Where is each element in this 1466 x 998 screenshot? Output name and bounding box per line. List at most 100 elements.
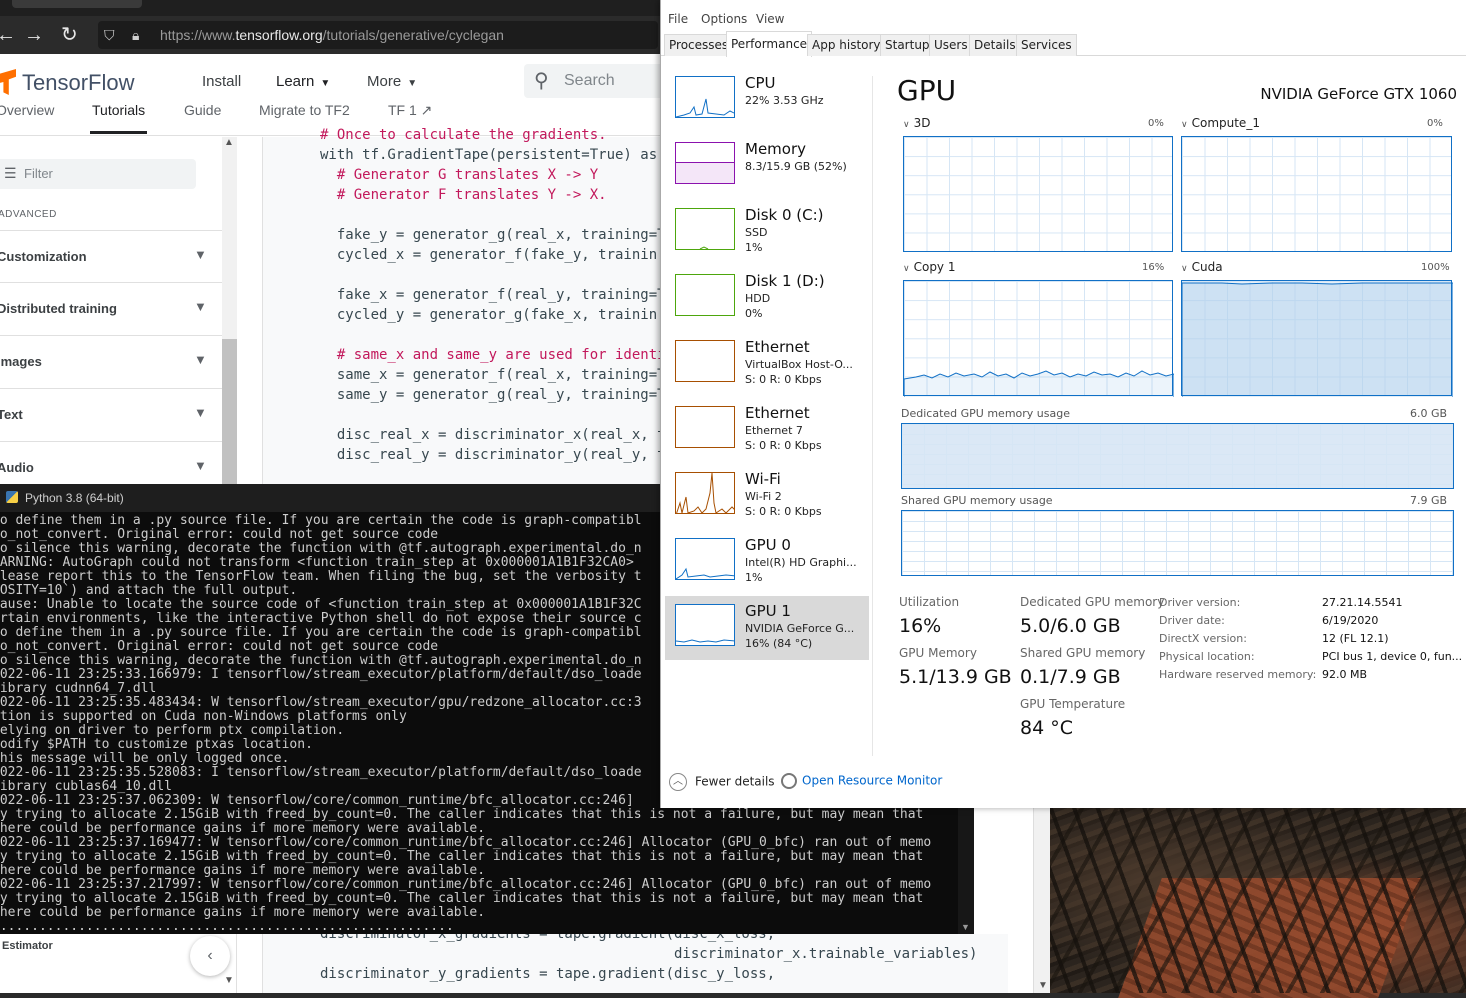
gpu-model: NVIDIA GeForce GTX 1060 [1260, 85, 1457, 103]
resource-name: Ethernet [745, 404, 810, 422]
console-line: WARNING: AutoGraph could not transform <… [0, 555, 634, 570]
resource-item[interactable]: GPU 0 Intel(R) HD Graphi... 1% [665, 530, 869, 594]
resource-item[interactable]: Wi-Fi Wi-Fi 2 S: 0 R: 0 Kbps [665, 464, 869, 528]
console-line: BOSITY=10`) and attach the full output. [0, 583, 298, 598]
gpu-memory-value: 5.1/13.9 GB [899, 666, 1012, 688]
resource-item[interactable]: Disk 1 (D:) HDD 0% [665, 266, 869, 330]
resource-monitor-icon [781, 773, 797, 789]
graph-cuda [1181, 280, 1453, 397]
nav-section-customization[interactable]: Customization ▼ [0, 230, 222, 282]
tab-overview[interactable]: Overview [0, 102, 54, 118]
resource-item[interactable]: Disk 0 (C:) SSD 1% [665, 200, 869, 264]
nav-scrollbar[interactable]: ▲ [222, 137, 237, 487]
code-line: cycled_y = generator_g(fake_x, trainin [320, 307, 658, 323]
collapse-nav-button[interactable]: ‹ [190, 936, 230, 976]
engine-selector-compute[interactable]: ∨ Compute_1 [1181, 116, 1260, 130]
scroll-down-icon[interactable]: ▼ [224, 975, 234, 986]
tab-users[interactable]: Users [929, 34, 973, 56]
scrollbar-thumb[interactable] [222, 339, 237, 487]
gpu-details-pane: GPU NVIDIA GeForce GTX 1060 ∨ 3D 0% ∨ Comp… [891, 60, 1466, 760]
tab-guide[interactable]: Guide [184, 102, 221, 118]
resource-item[interactable]: Ethernet Ethernet 7 S: 0 R: 0 Kbps [665, 398, 869, 462]
filter-placeholder: Filter [24, 166, 53, 181]
console-line: Please report this to the TensorFlow tea… [0, 569, 642, 584]
code-line: # Once to calculate the gradients. [320, 127, 607, 143]
shield-icon[interactable]: ⛉ [104, 27, 115, 44]
scroll-down-icon[interactable]: ▼ [961, 922, 970, 932]
nav-section-label[interactable]: Estimator [2, 940, 53, 952]
tab-performance[interactable]: Performance [726, 31, 813, 57]
nav-more[interactable]: More ▼ [367, 73, 417, 90]
code-line: same_x = generator_f(real_x, training=T [320, 367, 666, 383]
resource-detail: Ethernet 7 [745, 424, 803, 437]
open-resource-monitor-link[interactable]: Open Resource Monitor [781, 773, 942, 789]
page-scrollbar[interactable]: ▼ [1033, 808, 1050, 993]
shared-mem-graph [901, 510, 1454, 576]
site-logo[interactable]: TensorFlow [22, 70, 134, 96]
resource-item[interactable]: GPU 1 NVIDIA GeForce G... 16% (84 °C) [665, 596, 869, 660]
menu-view[interactable]: View [756, 12, 784, 26]
detail-key: DirectX version: [1159, 632, 1247, 645]
fewer-details-button[interactable]: ︿ Fewer details [669, 773, 775, 791]
address-bar[interactable]: ⛉ 🔒︎ https://www.tensorflow.org/tutorial… [98, 21, 658, 49]
resource-detail: VirtualBox Host-O... [745, 358, 853, 371]
tab-details[interactable]: Details [969, 34, 1021, 56]
tensorflow-logo-icon[interactable] [0, 69, 16, 95]
console-line: 2022-06-11 23:25:35.483434: W tensorflow… [0, 695, 642, 710]
tab-bar: Processes Performance App history Startu… [661, 31, 1466, 57]
reload-icon[interactable]: ↻ [61, 25, 78, 45]
nav-section-label: Text [0, 407, 23, 422]
graph-compute [1181, 136, 1452, 252]
console-line: 2022-06-11 23:25:37.062309: W tensorflow… [0, 793, 634, 808]
resource-item[interactable]: Ethernet VirtualBox Host-O... S: 0 R: 0 Kb… [665, 332, 869, 396]
browser-tab[interactable] [12, 0, 142, 8]
tab-tutorials[interactable]: Tutorials [89, 102, 148, 134]
resource-sparkline [675, 472, 735, 514]
back-icon[interactable]: ← [0, 25, 16, 45]
resource-item[interactable]: Memory 8.3/15.9 GB (52%) [665, 134, 869, 198]
resource-item[interactable]: CPU 22% 3.53 GHz [665, 68, 869, 132]
nav-section-text[interactable]: Text ▼ [0, 388, 222, 440]
menu-options[interactable]: Options [701, 12, 747, 26]
resource-sparkline [675, 208, 735, 250]
engine-selector-cuda[interactable]: ∨ Cuda [1181, 260, 1223, 274]
console-line: ry trying to allocate 2.15GiB with freed… [0, 807, 924, 822]
tab-migrate[interactable]: Migrate to TF2 [259, 102, 350, 118]
engine-selector-3d[interactable]: ∨ 3D [903, 116, 930, 130]
menu-file[interactable]: File [668, 12, 688, 26]
tab-processes[interactable]: Processes [664, 34, 734, 56]
chevron-down-icon: ∨ [903, 264, 910, 274]
nav-install[interactable]: Install [202, 73, 241, 90]
resource-name: Wi-Fi [745, 470, 781, 488]
tab-services[interactable]: Services [1016, 34, 1077, 56]
code-line: # Generator G translates X -> Y [320, 167, 599, 183]
nav-section-label: Audio [0, 460, 34, 475]
tab-app-history[interactable]: App history [807, 34, 886, 56]
forward-icon[interactable]: → [24, 25, 44, 45]
nav-section-images[interactable]: Images ▼ [0, 335, 222, 387]
console-line: 2022-06-11 23:25:35.528083: I tensorflow… [0, 765, 642, 780]
engine-selector-copy[interactable]: ∨ Copy 1 [903, 260, 955, 274]
filter-input[interactable]: ☰ Filter [0, 159, 196, 189]
scroll-down-icon[interactable]: ▼ [1038, 980, 1048, 991]
detail-key: Driver version: [1159, 596, 1241, 609]
resource-sparkline [675, 604, 735, 646]
code-line: # Generator F translates Y -> X. [320, 187, 607, 203]
console-line: ry trying to allocate 2.15GiB with freed… [0, 849, 924, 864]
console-line: 2022-06-11 23:25:37.169477: W tensorflow… [0, 835, 932, 850]
engine-pct: 16% [1142, 262, 1165, 273]
tab-tf1[interactable]: TF 1 ↗ [388, 102, 432, 119]
nav-learn[interactable]: Learn ▼ [276, 73, 330, 90]
nav-section-label: Distributed training [0, 301, 117, 316]
nav-section-distributed[interactable]: Distributed training ▼ [0, 282, 222, 334]
code-line: same_y = generator_g(real_y, training=T [320, 387, 666, 403]
desktop-wallpaper [1050, 808, 1466, 998]
chevron-down-icon: ∨ [903, 120, 910, 130]
scroll-up-icon[interactable]: ▲ [224, 137, 234, 148]
resource-sparkline [675, 340, 735, 382]
tab-startup[interactable]: Startup [880, 34, 935, 56]
resource-sparkline [675, 274, 735, 316]
console-line: 2022-06-11 23:25:37.217997: W tensorflow… [0, 877, 932, 892]
site-search[interactable]: ⚲ Search [524, 64, 664, 98]
lock-icon[interactable]: 🔒︎ [132, 27, 139, 44]
